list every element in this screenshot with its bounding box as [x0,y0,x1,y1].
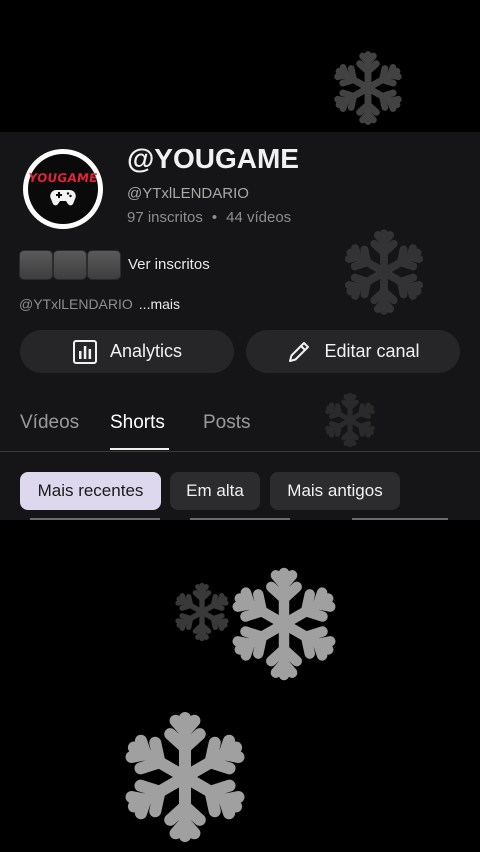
stats-separator: • [211,209,218,226]
filter-chip-oldest[interactable]: Mais antigos [270,472,400,510]
snowflake-decoration [226,566,342,682]
channel-description[interactable]: @YTxlLENDARIO ...mais [19,296,180,312]
subscriber-avatar [53,250,87,280]
description-text: @YTxlLENDARIO [19,296,133,312]
description-more-link[interactable]: ...mais [139,296,180,312]
analytics-button[interactable]: Analytics [20,330,234,373]
tab-videos[interactable]: Vídeos [20,412,79,434]
pencil-icon [289,341,310,362]
avatar-logo: YOUGAME [28,154,98,224]
shorts-grid-peek [352,518,448,520]
analytics-label: Analytics [109,341,183,361]
snowflake-decoration [334,51,402,125]
active-tab-indicator [110,448,169,450]
edit-channel-button[interactable]: Editar canal [246,330,460,373]
channel-stats: 97 inscritos • 44 vídeos [127,209,291,226]
tab-shorts[interactable]: Shorts [110,412,165,434]
video-count: 44 vídeos [226,209,292,226]
avatar-logo-text: YOUGAME [27,171,99,185]
tabs-divider [0,451,480,452]
filter-chip-recent[interactable]: Mais recentes [20,472,161,510]
channel-name: @YOUGAME [127,143,299,174]
gamepad-icon [50,190,76,206]
view-subscribers-link[interactable]: Ver inscritos [128,256,210,273]
channel-handle: @YTxlLENDARIO [127,185,249,202]
filter-chip-trending[interactable]: Em alta [170,472,260,510]
edit-channel-label: Editar canal [324,341,420,361]
channel-tabs: Vídeos Shorts Posts [0,400,480,452]
channel-avatar[interactable]: YOUGAME [23,149,103,229]
snowflake-decoration [172,582,232,642]
subscriber-avatar [87,250,121,280]
shorts-grid-peek [30,518,160,520]
shorts-grid-peek [190,518,290,520]
subscriber-count: 97 inscritos [127,209,203,226]
tab-posts[interactable]: Posts [203,412,251,434]
analytics-icon [72,339,97,364]
subscriber-avatar [19,250,53,280]
snowflake-decoration [118,710,252,844]
